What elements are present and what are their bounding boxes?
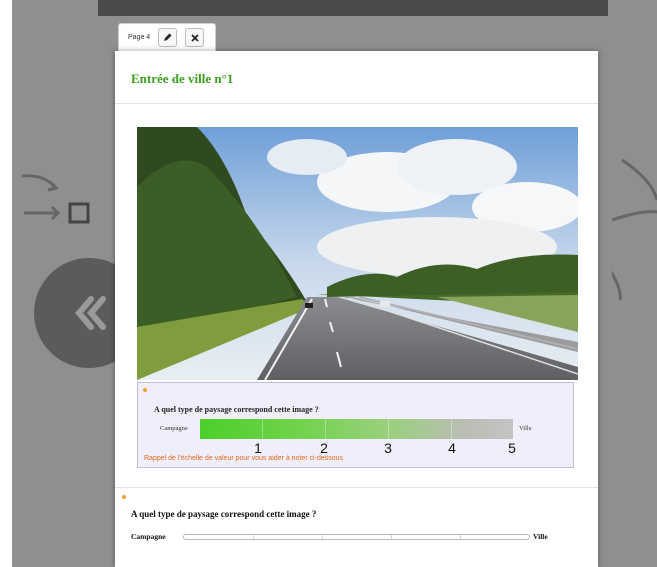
road-landscape-photo — [137, 127, 578, 380]
background-flow-icon — [22, 174, 90, 224]
scale-number-5: 5 — [508, 440, 516, 456]
gradient-tick — [325, 419, 326, 439]
slider-segment — [253, 535, 254, 539]
close-icon — [191, 33, 199, 42]
reminder-right-label: Ville — [519, 425, 532, 432]
edit-button[interactable] — [158, 28, 178, 47]
scale-number-4: 4 — [448, 440, 456, 456]
scale-number-3: 3 — [384, 440, 392, 456]
gradient-tick — [388, 419, 389, 439]
reminder-gradient-bar — [200, 419, 513, 439]
slider-segment — [322, 535, 323, 539]
survey-panel: Entrée de ville n°1 A quel type de paysa… — [115, 51, 598, 567]
pencil-icon — [164, 33, 172, 41]
scale-number-2: 2 — [320, 440, 328, 456]
page-title: Entrée de ville n°1 — [131, 71, 234, 86]
reminder-left-label: Campagne — [160, 425, 188, 432]
slider-segment — [391, 535, 392, 539]
close-button[interactable] — [185, 28, 205, 47]
scale-number-1: 1 — [254, 440, 262, 456]
scale-right-label: Ville — [533, 532, 548, 541]
landscape-rating-slider[interactable] — [183, 534, 530, 540]
background-top-bar — [98, 0, 608, 16]
page-tab-label: Page 4 — [128, 34, 151, 41]
gradient-tick — [451, 419, 452, 439]
double-chevron-left-icon — [75, 296, 106, 330]
slider-segment — [460, 535, 461, 539]
background-arrow-icon — [612, 158, 657, 301]
divider — [115, 487, 598, 488]
rating-scale-reminder: A quel type de paysage correspond cette … — [137, 382, 574, 468]
reminder-note: Rappel de l'échelle de valeur pour vous … — [144, 455, 344, 462]
survey-question: A quel type de paysage correspond cette … — [131, 509, 317, 519]
page-tab[interactable]: Page 4 — [118, 23, 216, 51]
scale-left-label: Campagne — [131, 532, 166, 541]
gradient-tick — [262, 419, 263, 439]
bullet-dot — [122, 495, 126, 499]
reminder-question: A quel type de paysage correspond cette … — [154, 405, 319, 414]
bullet-dot — [143, 388, 147, 392]
divider — [115, 103, 598, 104]
